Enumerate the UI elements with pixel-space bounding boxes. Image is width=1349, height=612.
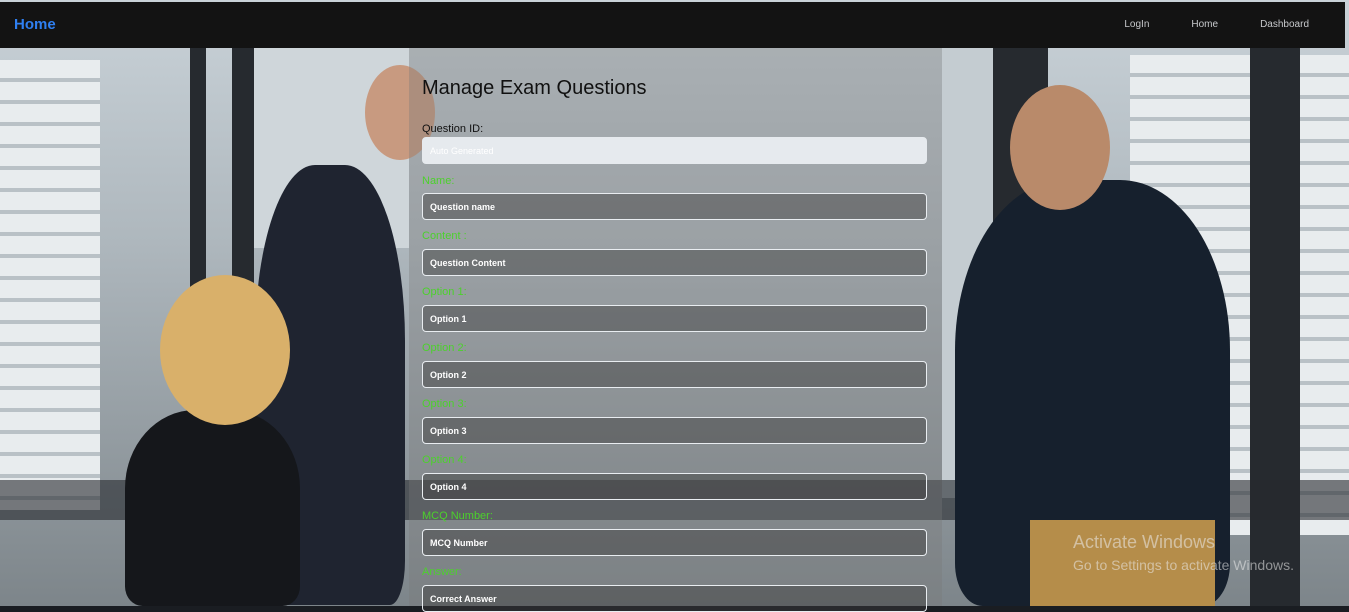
- question-id-field: [422, 137, 927, 164]
- question-content-input[interactable]: [422, 249, 927, 276]
- brand-home-link[interactable]: Home: [14, 16, 56, 33]
- question-id-label: Question ID:: [422, 123, 484, 135]
- name-label: Name:: [422, 175, 455, 187]
- question-name-input[interactable]: [422, 193, 927, 220]
- option4-input[interactable]: [422, 473, 927, 500]
- option1-input[interactable]: [422, 305, 927, 332]
- content-label: Content :: [422, 230, 467, 242]
- option1-label: Option 1:: [422, 286, 467, 298]
- mcq-number-input[interactable]: [422, 529, 927, 556]
- mcq-number-label: MCQ Number:: [422, 510, 493, 522]
- activate-windows-watermark: Activate Windows Go to Settings to activ…: [1073, 532, 1294, 573]
- watermark-title: Activate Windows: [1073, 532, 1216, 552]
- answer-label: Answer:: [422, 566, 462, 578]
- option3-label: Option 3:: [422, 398, 467, 410]
- nav-home-link[interactable]: Home: [1191, 19, 1218, 30]
- question-form-panel: Manage Exam Questions Question ID: Name:…: [409, 48, 942, 612]
- option3-input[interactable]: [422, 417, 927, 444]
- page-title: Manage Exam Questions: [422, 77, 647, 99]
- option2-label: Option 2:: [422, 342, 467, 354]
- navbar: Home LogIn Home Dashboard: [0, 2, 1345, 48]
- answer-input[interactable]: [422, 585, 927, 612]
- nav-login-link[interactable]: LogIn: [1124, 19, 1149, 30]
- watermark-subtitle: Go to Settings to activate Windows.: [1073, 557, 1294, 573]
- option4-label: Option 4:: [422, 454, 467, 466]
- nav-links: LogIn Home Dashboard: [1082, 19, 1309, 30]
- option2-input[interactable]: [422, 361, 927, 388]
- nav-dashboard-link[interactable]: Dashboard: [1260, 19, 1309, 30]
